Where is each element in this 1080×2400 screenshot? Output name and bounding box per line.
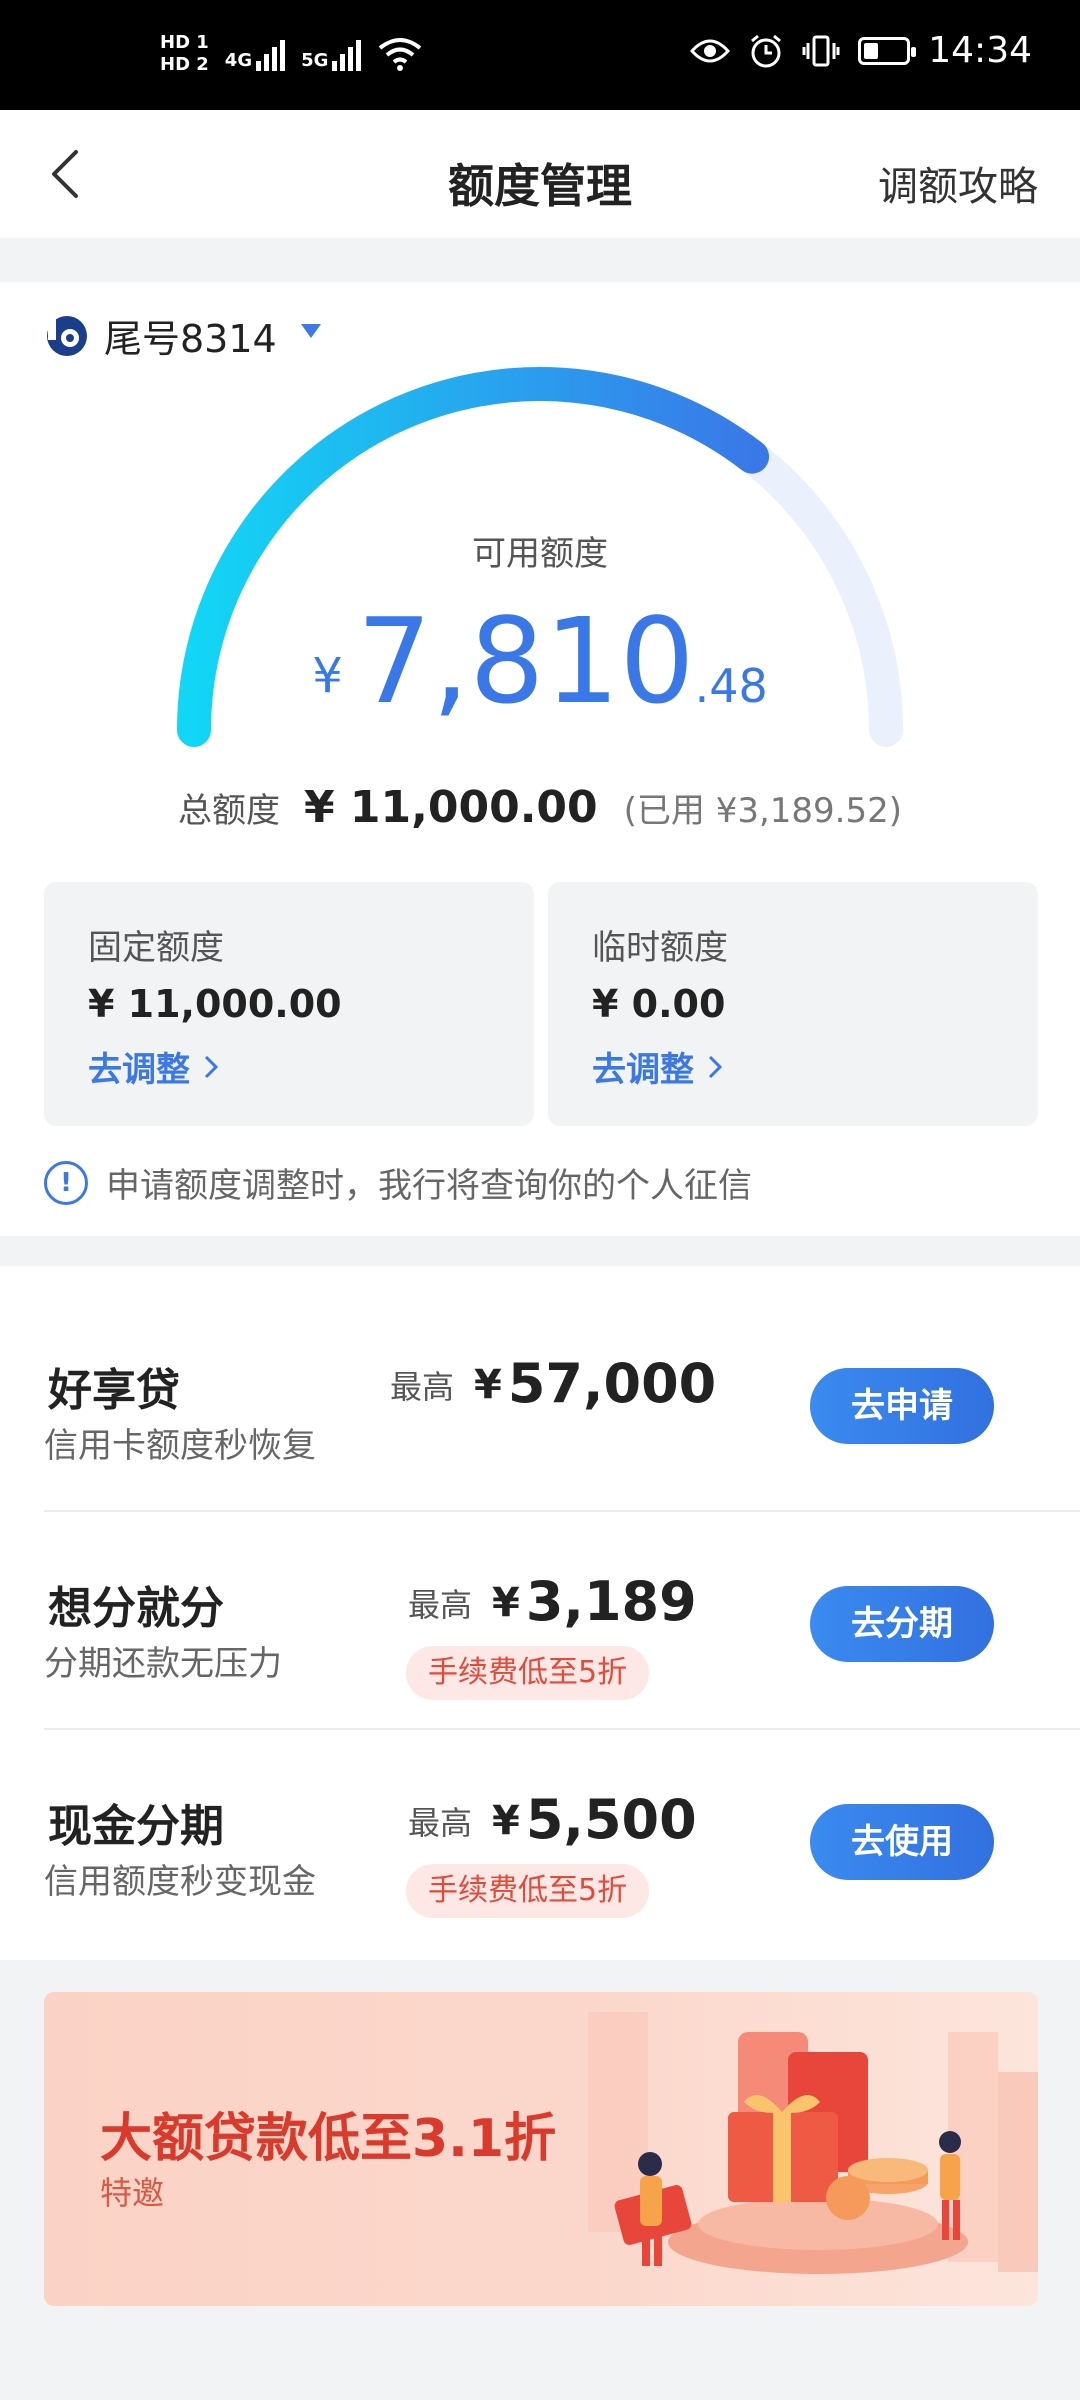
- product-max: 最高 ¥57,000: [390, 1352, 716, 1415]
- product-max: 最高 ¥5,500: [408, 1788, 697, 1851]
- clock: 14:34: [928, 30, 1032, 71]
- credit-check-notice: ! 申请额度调整时，我行将查询你的个人征信: [44, 1158, 752, 1207]
- product-max: 最高 ¥3,189: [408, 1570, 697, 1633]
- signal-5g-icon: 5G: [301, 37, 362, 71]
- bank-logo-icon: [47, 315, 87, 356]
- product-row-haoxiangdai: 好享贷 信用卡额度秒恢复 最高 ¥57,000 去申请: [0, 1294, 1080, 1512]
- use-button[interactable]: 去使用: [810, 1804, 994, 1880]
- product-desc: 信用卡额度秒恢复: [44, 1426, 316, 1466]
- available-label: 可用额度: [472, 534, 608, 574]
- temp-limit-box: 临时额度 ¥ 0.00 去调整: [548, 882, 1038, 1126]
- adjust-fixed-link[interactable]: 去调整: [88, 1042, 220, 1091]
- account-selector[interactable]: 尾号8314: [44, 308, 321, 363]
- info-icon: !: [44, 1160, 88, 1205]
- total-limit-row: 总额度 ¥ 11,000.00 (已用 ¥3,189.52): [0, 782, 1080, 833]
- max-amount: 3,189: [525, 1570, 697, 1633]
- max-label: 最高: [390, 1368, 455, 1406]
- product-desc: 信用额度秒变现金: [44, 1862, 316, 1902]
- chevron-right-icon: [204, 1055, 219, 1078]
- apply-button[interactable]: 去申请: [810, 1368, 994, 1444]
- net1-label: 4G: [224, 50, 253, 71]
- temp-limit-label: 临时额度: [592, 928, 728, 968]
- promo-banner[interactable]: 大额贷款低至3.1折 特邀: [44, 1992, 1038, 2306]
- chevron-right-icon: [708, 1055, 723, 1078]
- product-name: 好享贷: [48, 1365, 180, 1416]
- used-amount: (已用 ¥3,189.52): [623, 791, 903, 831]
- fixed-limit-box: 固定额度 ¥ 11,000.00 去调整: [44, 882, 534, 1126]
- product-name: 现金分期: [48, 1801, 224, 1852]
- battery-icon: [858, 36, 917, 65]
- total-label: 总额度: [177, 791, 280, 831]
- adjust-temp-link[interactable]: 去调整: [592, 1042, 724, 1091]
- max-currency: ¥: [492, 1798, 520, 1844]
- products-card: 好享贷 信用卡额度秒恢复 最高 ¥57,000 去申请 想分就分 分期还款无压力 …: [0, 1266, 1080, 1960]
- product-row-xianjinfenqi: 现金分期 信用额度秒变现金 最高 ¥5,500 手续费低至5折 去使用: [0, 1730, 1080, 1948]
- eye-icon: [690, 39, 731, 62]
- available-currency: ¥: [312, 648, 343, 704]
- max-currency: ¥: [492, 1580, 520, 1626]
- fixed-limit-value: ¥ 11,000.00: [88, 982, 342, 1026]
- installment-button[interactable]: 去分期: [810, 1586, 994, 1662]
- max-amount: 5,500: [525, 1788, 697, 1851]
- account-label: 尾号8314: [104, 317, 277, 361]
- limit-boxes: 固定额度 ¥ 11,000.00 去调整 临时额度 ¥ 0.00 去调整: [44, 882, 1038, 1126]
- nav-bar: 额度管理 调额攻略: [0, 110, 1080, 238]
- hd-indicator: HD 1 HD 2: [160, 32, 209, 76]
- max-currency: ¥: [474, 1362, 502, 1408]
- gift-illustration-icon: [588, 2012, 1038, 2274]
- fee-discount-tag: 手续费低至5折: [406, 1864, 650, 1918]
- hd1-label: HD 1: [160, 32, 209, 53]
- available-dec: .48: [694, 659, 768, 713]
- max-amount: 57,000: [507, 1352, 717, 1415]
- banner-subtitle: 特邀: [100, 2174, 165, 2212]
- total-value: ¥ 11,000.00: [303, 782, 598, 833]
- available-int: 7,810: [356, 592, 695, 730]
- product-name: 想分就分: [48, 1583, 224, 1634]
- limit-card: 尾号8314 可用额度 ¥7,810.48 总额度 ¥ 11,000.00 (已用 …: [0, 282, 1080, 1236]
- status-left: HD 1 HD 2 4G 5G: [160, 32, 423, 76]
- product-desc: 分期还款无压力: [44, 1644, 282, 1684]
- adjust-fixed-label: 去调整: [88, 1050, 190, 1090]
- max-label: 最高: [408, 1804, 473, 1842]
- adjust-temp-label: 去调整: [592, 1050, 694, 1090]
- alarm-icon: [751, 34, 782, 67]
- banner-title: 大额贷款低至3.1折: [100, 2109, 557, 2169]
- notice-text: 申请额度调整时，我行将查询你的个人征信: [106, 1166, 752, 1206]
- max-label: 最高: [408, 1586, 473, 1624]
- vibrate-icon: [802, 35, 840, 66]
- fixed-limit-label: 固定额度: [88, 928, 224, 968]
- status-bar: HD 1 HD 2 4G 5G 14:34: [0, 0, 1080, 110]
- limit-guide-link[interactable]: 调额攻略: [878, 154, 1038, 212]
- temp-limit-value: ¥ 0.00: [592, 982, 726, 1026]
- dropdown-caret-icon: [300, 323, 321, 338]
- hd2-label: HD 2: [160, 54, 209, 75]
- fee-discount-tag: 手续费低至5折: [406, 1646, 650, 1700]
- product-row-xiangfenjiufen: 想分就分 分期还款无压力 最高 ¥3,189 手续费低至5折 去分期: [0, 1512, 1080, 1730]
- net2-label: 5G: [301, 50, 329, 71]
- status-right: 14:34: [690, 30, 1032, 71]
- wifi-icon: [379, 38, 422, 71]
- signal-4g-icon: 4G: [224, 37, 286, 71]
- available-amount: ¥7,810.48: [0, 592, 1080, 730]
